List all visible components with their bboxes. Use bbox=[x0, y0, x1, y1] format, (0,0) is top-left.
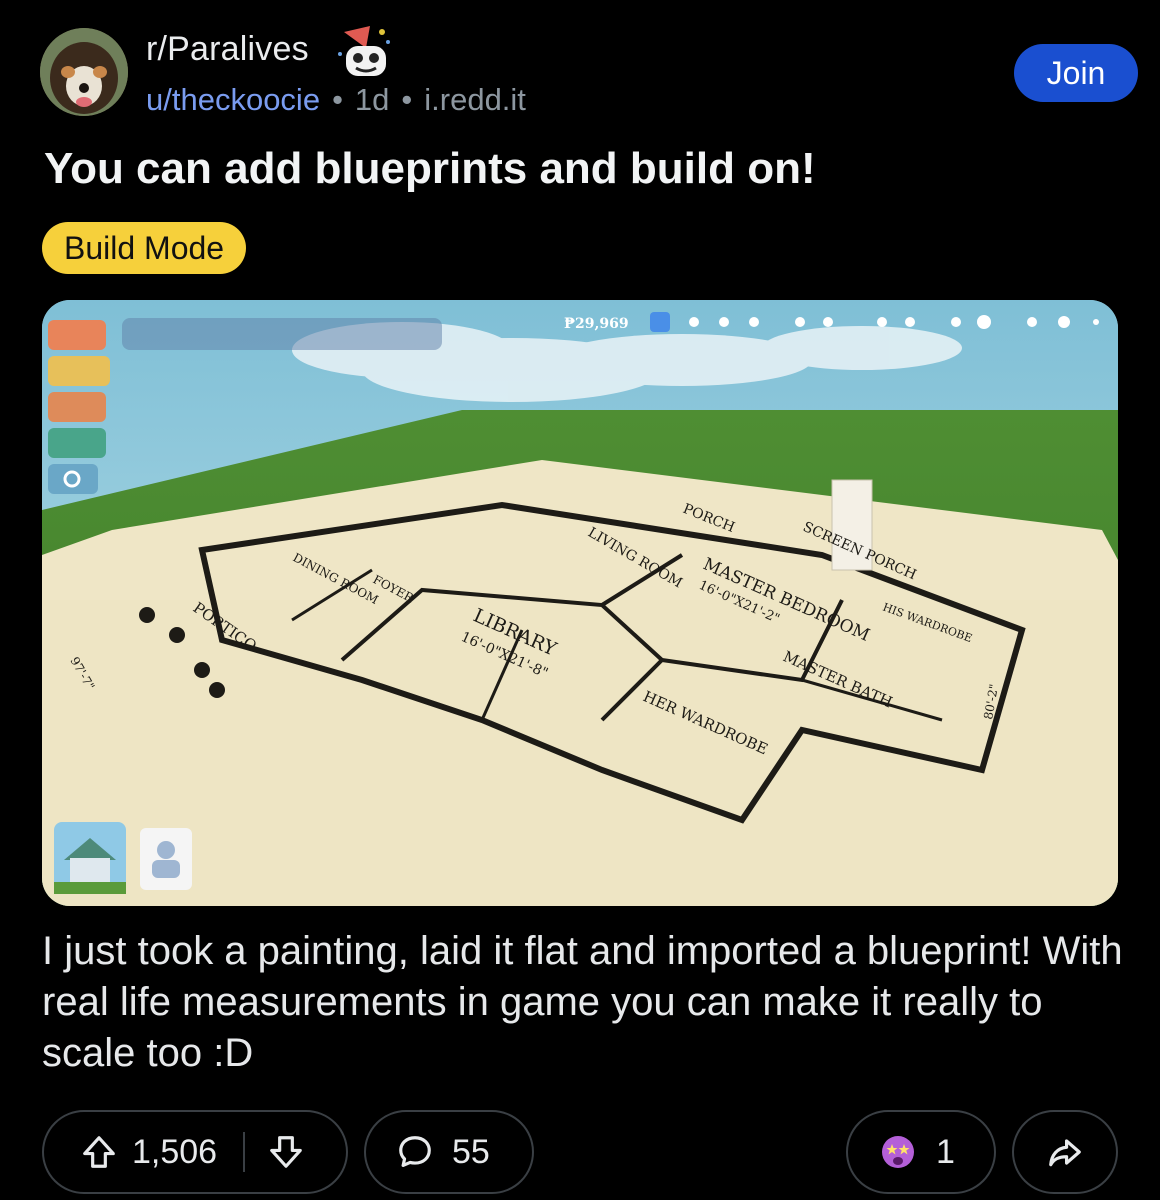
post-body: I just took a painting, laid it flat and… bbox=[42, 929, 1123, 1075]
comment-icon bbox=[396, 1133, 434, 1171]
subreddit-avatar[interactable] bbox=[40, 28, 128, 116]
upvote-icon[interactable] bbox=[80, 1133, 118, 1171]
author-link[interactable]: u/theckoocie bbox=[146, 82, 320, 117]
post-age: 1d bbox=[354, 82, 390, 117]
share-button[interactable] bbox=[1012, 1110, 1118, 1194]
house-thumbnail bbox=[54, 822, 126, 894]
downvote-icon[interactable] bbox=[267, 1133, 305, 1171]
join-button[interactable]: Join bbox=[1014, 44, 1138, 102]
award-count: 1 bbox=[936, 1132, 955, 1171]
comments-button[interactable]: 55 bbox=[364, 1110, 534, 1194]
post-header: r/Paralives u/theckoocie • 1d • i.redd.it Jo… bbox=[40, 24, 1140, 124]
vote-divider bbox=[243, 1132, 246, 1172]
vote-bar: 1,506 bbox=[42, 1110, 348, 1194]
post-actions: 1,506 55 1 bbox=[42, 1110, 1118, 1194]
comment-count: 55 bbox=[452, 1132, 490, 1171]
money-counter: ₱29,969 bbox=[564, 316, 629, 332]
post-title: You can add blueprints and build on! bbox=[44, 144, 816, 193]
post-image[interactable]: LIVING ROOM PORCH SCREEN PORCH MASTER BE… bbox=[42, 300, 1118, 906]
post-domain[interactable]: i.redd.it bbox=[424, 82, 526, 117]
upvote-count: 1,506 bbox=[132, 1132, 218, 1171]
award-icon bbox=[878, 1132, 918, 1172]
subreddit-name[interactable]: r/Paralives bbox=[146, 30, 309, 69]
subreddit-flair-icon bbox=[336, 24, 396, 80]
share-icon bbox=[1046, 1133, 1084, 1171]
award-button[interactable]: 1 bbox=[846, 1110, 996, 1194]
post-meta: u/theckoocie • 1d • i.redd.it bbox=[146, 82, 526, 117]
post-flair[interactable]: Build Mode bbox=[42, 222, 247, 274]
add-sim-button bbox=[140, 828, 192, 890]
